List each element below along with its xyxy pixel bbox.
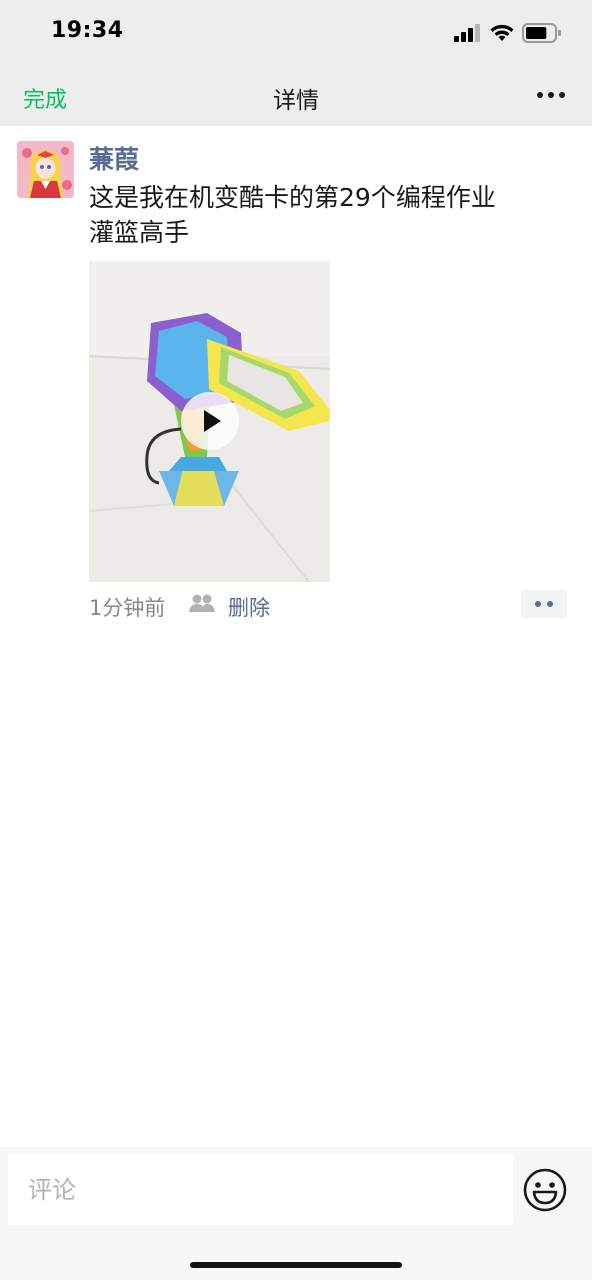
delete-button[interactable]: 删除 — [228, 592, 270, 622]
smiley-face-icon — [523, 1168, 567, 1212]
friends-icon — [189, 594, 215, 612]
avatar-image-icon — [17, 141, 74, 198]
two-dots-icon — [535, 601, 541, 607]
status-icons — [454, 20, 562, 46]
more-button[interactable] — [534, 80, 568, 110]
comment-input[interactable] — [8, 1154, 513, 1225]
battery-icon — [522, 23, 561, 43]
avatar[interactable] — [17, 141, 74, 198]
comment-bar — [0, 1147, 592, 1280]
play-icon — [204, 410, 221, 432]
page-title: 详情 — [273, 88, 319, 114]
status-time: 19:34 — [51, 18, 124, 43]
wifi-icon — [490, 24, 514, 41]
author-name[interactable]: 蒹葭 — [89, 140, 139, 176]
more-dots-icon — [537, 92, 565, 98]
two-dots-icon-dot — [547, 601, 553, 607]
like-comment-button[interactable] — [521, 590, 567, 618]
home-indicator — [190, 1262, 402, 1268]
status-bar: 19:34 — [0, 0, 592, 68]
video-thumbnail[interactable] — [89, 261, 330, 582]
signal-icon — [454, 24, 480, 42]
post-time: 1分钟前 — [89, 596, 166, 620]
nav-bar: 完成 详情 — [0, 68, 592, 126]
play-button[interactable] — [181, 392, 239, 450]
post-meta: 1分钟前 删除 — [89, 590, 567, 622]
emoji-button[interactable] — [522, 1167, 568, 1213]
post-text: 这是我在机变酷卡的第29个编程作业 灌篮高手 — [89, 183, 496, 247]
